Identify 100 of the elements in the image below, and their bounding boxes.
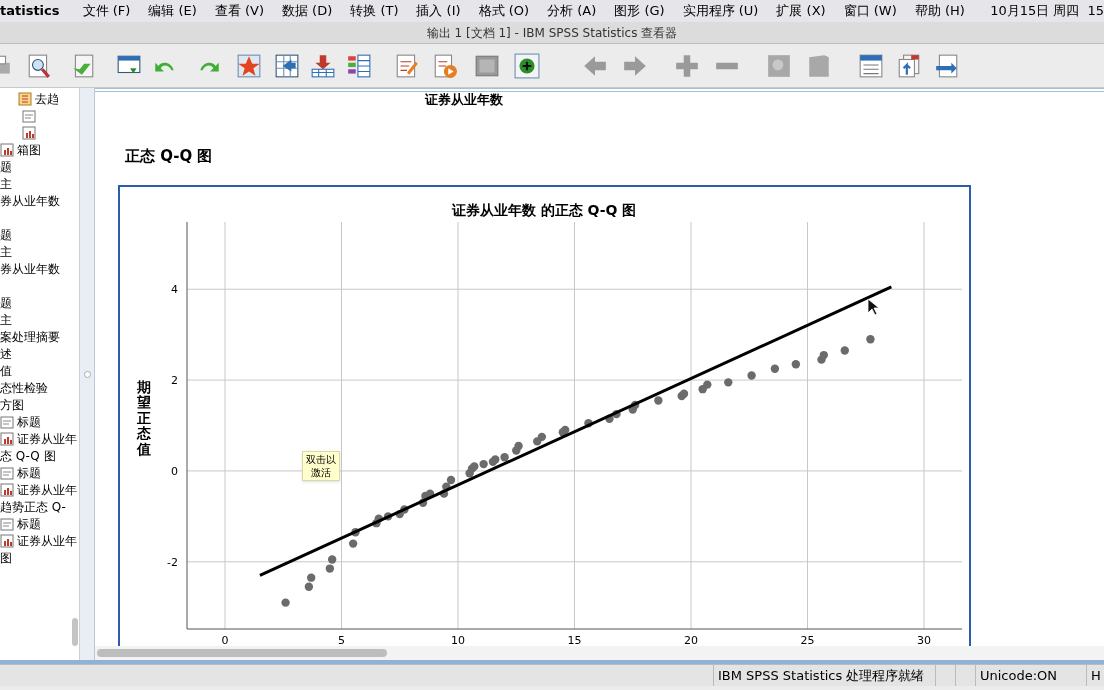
outline-item[interactable]: 值 (0, 361, 12, 380)
data-point (439, 489, 449, 498)
data-point (400, 505, 409, 514)
outline-item[interactable]: 标题 (17, 463, 41, 482)
outline-item[interactable]: 箱图 (17, 140, 41, 159)
chart-title: 证券从业年数 的正态 Q-Q 图 (451, 202, 637, 218)
outline-item[interactable]: 述 (0, 344, 12, 363)
data-point (307, 573, 316, 582)
menu-item[interactable]: 数据 (D) (274, 1, 340, 21)
y-tick-label: 2 (171, 374, 178, 388)
menu-item[interactable]: 帮助 (H) (907, 1, 972, 21)
data-point (770, 364, 780, 373)
x-tick-label: 5 (338, 634, 345, 646)
outline-item[interactable]: 证券从业年 (17, 429, 77, 448)
menu-item[interactable]: 格式 (O) (471, 1, 537, 21)
outline-item[interactable]: 主 (0, 174, 12, 193)
y-tick-label: 0 (171, 464, 178, 478)
splitter-handle[interactable] (83, 370, 91, 378)
split-table-icon[interactable] (346, 52, 372, 79)
table-arrow-icon[interactable] (274, 52, 300, 79)
data-point (479, 459, 488, 469)
menu-item[interactable]: 编辑 (E) (141, 1, 204, 21)
data-point (325, 564, 335, 573)
plus-icon[interactable] (674, 52, 700, 79)
menu-item[interactable]: 扩展 (X) (769, 1, 833, 21)
menu-item[interactable]: 窗口 (W) (836, 1, 904, 21)
star-icon[interactable] (236, 52, 262, 79)
clock-date: 10月15日 周四 (989, 2, 1080, 21)
data-point (724, 378, 733, 387)
outline-item[interactable]: 趋势正态 Q- (0, 497, 66, 516)
data-point (418, 498, 428, 507)
data-point (819, 350, 828, 360)
x-tick-label: 20 (684, 634, 698, 646)
outline-item[interactable]: 券从业年数 (0, 259, 60, 278)
preview-icon[interactable] (26, 52, 52, 79)
outline-item[interactable]: 标题 (17, 514, 41, 533)
data-point (561, 425, 570, 435)
menu-item[interactable]: 查看 (V) (207, 1, 271, 21)
data-point (351, 528, 360, 537)
outline-item[interactable]: 案处理摘要 (0, 327, 60, 346)
status-field: IBM SPSS Statistics 处理程序就绪 (713, 665, 935, 686)
horizontal-scrollbar-thumb[interactable] (97, 649, 387, 657)
data-point (374, 514, 383, 523)
tooltip-text: 双击以 (306, 453, 336, 466)
outline-item[interactable]: 题 (0, 293, 12, 312)
outline-item[interactable]: 图 (0, 548, 12, 567)
data-point (866, 335, 875, 344)
data-point (703, 380, 712, 389)
x-tick-label: 10 (451, 634, 465, 646)
outline-item[interactable]: 证券从业年 (17, 480, 77, 499)
outline-item[interactable]: 题 (0, 157, 12, 176)
data-point (281, 598, 290, 607)
menu-item[interactable]: 转换 (T) (343, 1, 406, 21)
x-tick-label: 15 (567, 634, 582, 646)
menu-item[interactable]: 文件 (F) (75, 1, 138, 21)
outline-item[interactable]: 主 (0, 242, 12, 261)
data-point (537, 432, 547, 442)
document-swap-icon[interactable] (934, 52, 960, 79)
menu-item[interactable]: tatistics (0, 1, 60, 21)
data-point (327, 555, 337, 564)
data-point (747, 371, 756, 380)
y-tick-label: 4 (171, 283, 178, 297)
clock-time: 15 (1087, 2, 1104, 21)
outline-item[interactable]: 态 Q-Q 图 (0, 446, 56, 465)
outline-item[interactable]: 态性检验 (0, 378, 48, 397)
insert-row-icon[interactable] (310, 52, 336, 79)
play-document-icon[interactable] (432, 52, 458, 79)
data-point (348, 539, 358, 548)
status-field: H (1086, 665, 1104, 686)
chart-frame[interactable]: 0 5 10 15 20 25 30 -2 0 2 4 证券从业年数 的正态 Q-Q 图 期望正态值 双击以 激活 (118, 185, 971, 646)
output-heading: 证券从业年数 (425, 92, 503, 107)
menu-item[interactable]: 实用程序 (U) (675, 1, 766, 21)
data-point (500, 453, 509, 462)
outline-item[interactable]: 证券从业年 (17, 531, 77, 550)
vertical-scrollbar-thumb[interactable] (72, 618, 78, 646)
data-point (584, 419, 593, 428)
data-point (383, 512, 393, 521)
outline-item[interactable]: 主 (0, 310, 12, 329)
chart-document-icon (22, 125, 36, 140)
menu-item[interactable]: 插入 (I) (409, 1, 468, 21)
edit-document-icon[interactable] (394, 52, 420, 79)
y-axis-label: 期望正态值 (137, 380, 151, 457)
outline-item[interactable]: 券从业年数 (0, 191, 60, 210)
outline-item[interactable]: 去趋 (35, 89, 59, 108)
window-title: 输出 1 [文档 1] - IBM SPSS Statistics 查看器 (426, 24, 678, 42)
x-tick-label: 30 (917, 634, 931, 646)
window-list-icon[interactable] (858, 52, 884, 79)
data-point (630, 400, 640, 410)
data-point (446, 475, 456, 485)
outline-item[interactable]: 题 (0, 225, 12, 244)
outline-item[interactable]: 标题 (17, 412, 41, 431)
menu-item[interactable]: 分析 (A) (540, 1, 604, 21)
log-document-icon (18, 91, 32, 106)
title-document-icon (22, 108, 36, 123)
y-tick-label: -2 (167, 555, 178, 569)
page-icon[interactable] (806, 52, 832, 79)
outline-item[interactable]: 方图 (0, 395, 24, 414)
menu-item[interactable]: 图形 (G) (607, 1, 672, 21)
document-up-icon[interactable] (896, 52, 922, 79)
data-point (470, 462, 479, 471)
